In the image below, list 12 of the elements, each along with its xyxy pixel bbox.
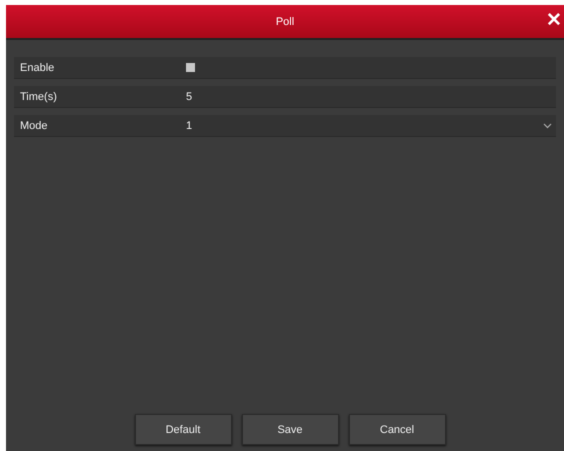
dialog-button[interactable]: Save [242, 414, 338, 445]
chevron-down-icon [543, 122, 552, 128]
close-button[interactable]: ✕ [544, 10, 564, 32]
dialog-button[interactable]: Cancel [348, 414, 446, 445]
dialog-button[interactable]: Default [134, 414, 232, 445]
field-label: Mode [19, 120, 49, 132]
time-field[interactable]: 5 [186, 90, 192, 102]
field-label: Time(s) [19, 90, 58, 102]
enable-checkbox[interactable] [186, 63, 195, 72]
mode-dropdown[interactable]: 1 [186, 115, 556, 136]
field-label: Enable [19, 62, 56, 74]
window-title: Poll [276, 16, 294, 28]
